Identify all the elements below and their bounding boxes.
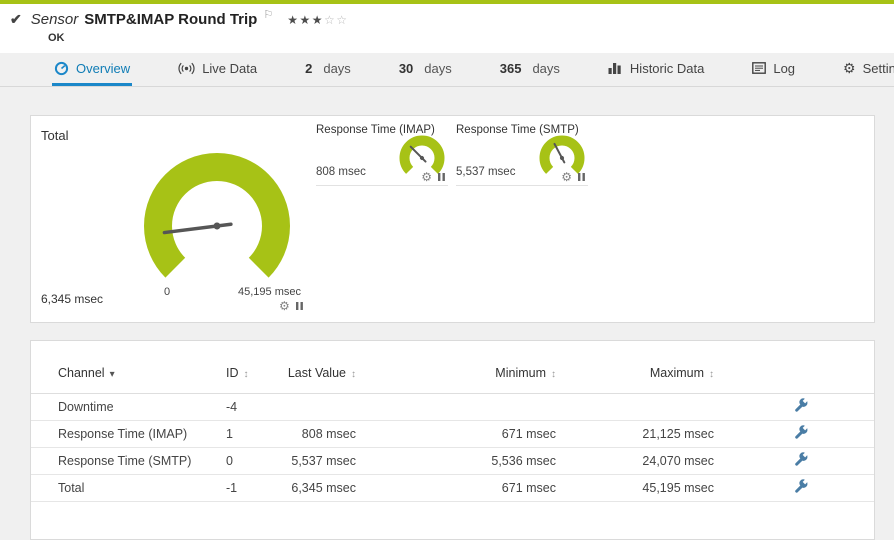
gauge-needle bbox=[409, 145, 427, 163]
tab-label: Live Data bbox=[202, 60, 258, 76]
channel-settings-wrench-icon[interactable] bbox=[794, 479, 808, 493]
channel-settings-wrench-icon[interactable] bbox=[794, 398, 808, 412]
tab-live-data[interactable]: Live Data bbox=[176, 53, 259, 86]
tab-2-days[interactable]: 2 days bbox=[303, 53, 353, 86]
channel-maximum: 21,125 msec bbox=[586, 420, 744, 448]
channel-maximum: 24,070 msec bbox=[586, 447, 744, 475]
ok-check-icon: ✔ bbox=[10, 11, 22, 27]
channel-id: -4 bbox=[201, 393, 279, 421]
gear-icon[interactable]: ⚙ bbox=[561, 170, 572, 184]
channel-name: Total bbox=[31, 474, 201, 502]
sort-icon: ↕ bbox=[551, 368, 556, 380]
smtp-gauge-value: 5,537 msec bbox=[456, 166, 516, 178]
column-header-id[interactable]: ID ↕ bbox=[201, 353, 279, 394]
status-badge: OK bbox=[48, 32, 65, 44]
smtp-gauge-block: Response Time (SMTP) 5,537 msec ⚙ bbox=[456, 124, 588, 186]
star-icon[interactable]: ★ bbox=[312, 13, 324, 27]
star-icon[interactable]: ★ bbox=[287, 13, 299, 27]
channel-last-value: 808 msec bbox=[279, 420, 386, 448]
column-header-last-value[interactable]: Last Value ↕ bbox=[279, 353, 386, 394]
tab-overview[interactable]: Overview bbox=[52, 53, 133, 86]
channels-table: Channel ▾ ID ↕ Last Value ↕ Minimum ↕ Maximu… bbox=[31, 353, 874, 502]
channel-id: -1 bbox=[201, 474, 279, 502]
imap-gauge-block: Response Time (IMAP) 808 msec ⚙ bbox=[316, 124, 448, 186]
channel-last-value: 5,537 msec bbox=[279, 447, 386, 475]
tab-label: 2 bbox=[305, 60, 313, 76]
channel-name: Response Time (SMTP) bbox=[31, 447, 201, 475]
flag-icon[interactable]: ⚐ bbox=[263, 8, 273, 21]
gear-icon[interactable]: ⚙ bbox=[421, 170, 432, 184]
table-header-row: Channel ▾ ID ↕ Last Value ↕ Minimum ↕ Maximu… bbox=[31, 353, 874, 394]
sensor-header: ✔ Sensor SMTP&IMAP Round Trip ⚐ ★★★☆☆ OK bbox=[0, 4, 894, 53]
sort-icon: ↕ bbox=[243, 368, 249, 380]
star-icon[interactable]: ☆ bbox=[336, 13, 348, 27]
priority-rating[interactable]: ★★★☆☆ bbox=[287, 13, 348, 27]
column-header-channel[interactable]: Channel ▾ bbox=[31, 353, 201, 394]
imap-gauge-value: 808 msec bbox=[316, 166, 366, 178]
pause-icon[interactable] bbox=[437, 172, 446, 182]
channel-name: Response Time (IMAP) bbox=[31, 420, 201, 448]
table-row[interactable]: Total -1 6,345 msec 671 msec 45,195 msec bbox=[31, 474, 874, 502]
gear-icon: ⚙ bbox=[843, 59, 856, 76]
tab-label: Log bbox=[773, 60, 796, 76]
bar-chart-icon bbox=[608, 63, 621, 74]
tab-historic-data[interactable]: Historic Data bbox=[606, 53, 706, 86]
tab-label: Overview bbox=[76, 60, 131, 76]
sort-desc-icon: ▾ bbox=[109, 368, 115, 380]
page-title: SMTP&IMAP Round Trip bbox=[84, 11, 258, 28]
column-header-actions bbox=[744, 353, 874, 394]
channel-name: Downtime bbox=[31, 393, 201, 421]
channel-minimum: 5,536 msec bbox=[386, 447, 586, 475]
channel-maximum bbox=[586, 393, 744, 421]
tab-30-days[interactable]: 30 days bbox=[397, 53, 454, 86]
gauges-panel: Total 6,345 msec 0 45,195 msec ⚙ Respons… bbox=[30, 115, 875, 323]
tab-365-days[interactable]: 365 days bbox=[498, 53, 562, 86]
table-row[interactable]: Response Time (SMTP) 0 5,537 msec 5,536 … bbox=[31, 447, 874, 475]
tab-label: Settings bbox=[862, 60, 894, 76]
tab-label: 365 bbox=[499, 60, 522, 76]
gear-icon[interactable]: ⚙ bbox=[279, 299, 290, 313]
column-header-minimum[interactable]: Minimum ↕ bbox=[386, 353, 586, 394]
total-gauge-label: Total bbox=[41, 128, 69, 143]
live-data-icon bbox=[178, 62, 195, 74]
sensor-type-label: Sensor bbox=[30, 11, 79, 28]
star-icon[interactable]: ☆ bbox=[324, 13, 336, 27]
overview-icon bbox=[54, 61, 69, 75]
log-icon bbox=[752, 62, 767, 74]
star-icon[interactable]: ★ bbox=[299, 13, 311, 27]
tab-label: Historic Data bbox=[629, 60, 705, 76]
column-header-maximum[interactable]: Maximum ↕ bbox=[586, 353, 744, 394]
pause-icon[interactable] bbox=[295, 301, 304, 311]
channel-last-value: 6,345 msec bbox=[279, 474, 386, 502]
channel-minimum bbox=[386, 393, 586, 421]
total-gauge-min: 0 bbox=[164, 286, 171, 298]
table-row[interactable]: Response Time (IMAP) 1 808 msec 671 msec… bbox=[31, 420, 874, 448]
channels-panel: Channel ▾ ID ↕ Last Value ↕ Minimum ↕ Maximu… bbox=[30, 340, 875, 540]
channel-maximum: 45,195 msec bbox=[586, 474, 744, 502]
channel-last-value bbox=[279, 393, 386, 421]
channel-minimum: 671 msec bbox=[386, 474, 586, 502]
tab-log[interactable]: Log bbox=[750, 53, 797, 86]
total-gauge-value: 6,345 msec bbox=[41, 292, 104, 306]
tab-bar: Overview Live Data 2 days 30 days 365 days … bbox=[0, 53, 894, 87]
sort-icon: ↕ bbox=[351, 368, 356, 380]
channel-id: 1 bbox=[201, 420, 279, 448]
channel-settings-wrench-icon[interactable] bbox=[794, 452, 808, 466]
tab-settings[interactable]: ⚙ Settings bbox=[841, 53, 894, 86]
channel-id: 0 bbox=[201, 447, 279, 475]
gauge-needle bbox=[553, 142, 566, 164]
sort-icon: ↕ bbox=[709, 368, 714, 380]
pause-icon[interactable] bbox=[577, 172, 586, 182]
channel-settings-wrench-icon[interactable] bbox=[794, 425, 808, 439]
channel-minimum: 671 msec bbox=[386, 420, 586, 448]
gauge-needle bbox=[162, 222, 233, 235]
total-gauge-max: 45,195 msec bbox=[238, 286, 301, 298]
tab-label: 30 bbox=[398, 60, 414, 76]
table-row[interactable]: Downtime -4 bbox=[31, 393, 874, 421]
